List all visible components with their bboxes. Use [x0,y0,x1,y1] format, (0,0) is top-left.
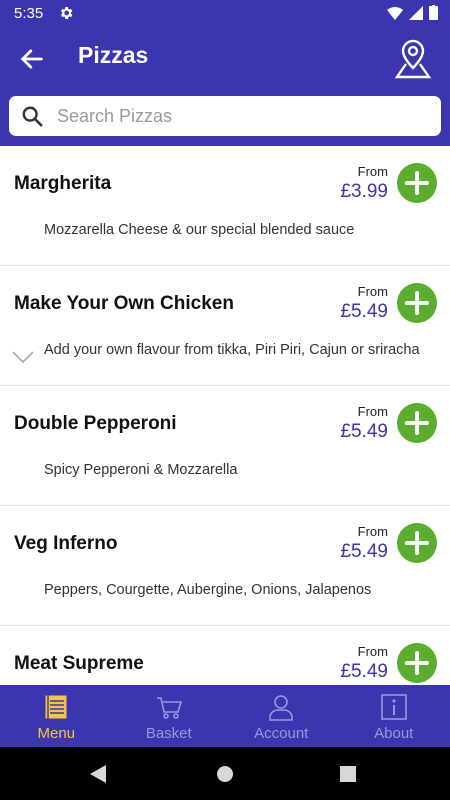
system-recents-icon[interactable] [340,766,356,782]
item-name: Veg Inferno [14,533,118,554]
system-navigation-bar [0,747,450,800]
menu-book-icon [44,694,68,720]
search-container [0,88,450,146]
nav-label-basket: Basket [145,725,192,742]
wifi-icon [387,6,403,20]
search-box[interactable] [9,96,441,136]
battery-icon [429,5,438,20]
list-item[interactable]: Veg Inferno From £5.49 Peppers, Courgett… [0,506,450,626]
item-name: Margherita [14,173,112,194]
add-icon-button[interactable] [397,163,437,203]
item-price: £5.49 [340,421,388,442]
item-name: Make Your Own Chicken [14,293,234,314]
item-price: £5.49 [340,541,388,562]
nav-tab-about[interactable]: About [338,685,450,747]
nav-label-account: Account [254,725,309,742]
add-icon-button[interactable] [397,643,437,683]
item-price: £3.99 [340,181,388,202]
item-from-label: From [357,524,388,539]
item-description: Add your own flavour from tikka, Piri Pi… [44,342,420,358]
nav-tab-basket[interactable]: Basket [113,685,226,747]
status-indicators [387,5,438,20]
system-home-icon[interactable] [216,765,234,783]
list-item[interactable]: Meat Supreme From £5.49 [0,626,450,685]
list-item[interactable]: Double Pepperoni From £5.49 Spicy Pepper… [0,386,450,506]
nav-label-menu: Menu [37,725,76,742]
pizza-list: Margherita From £3.99 Mozzarella Cheese … [0,146,450,685]
add-icon-button[interactable] [397,523,437,563]
system-back-icon[interactable] [90,765,107,783]
chevron-down-icon[interactable] [12,350,34,364]
list-item[interactable]: Make Your Own Chicken From £5.49 Add you… [0,266,450,386]
signal-icon [409,5,423,20]
add-icon-button[interactable] [397,403,437,443]
about-info-icon [380,694,407,720]
nav-tab-menu[interactable]: Menu [0,685,113,747]
item-from-label: From [357,164,388,179]
item-name: Meat Supreme [14,653,144,674]
search-input[interactable] [55,104,419,128]
item-description: Spicy Pepperoni & Mozzarella [44,462,238,478]
nav-tab-account[interactable]: Account [225,685,338,747]
nav-label-about: About [374,725,414,742]
location-pin-icon[interactable] [394,37,432,79]
account-person-icon [269,695,294,721]
search-icon [22,106,43,127]
item-from-label: From [357,644,388,659]
list-item[interactable]: Margherita From £3.99 Mozzarella Cheese … [0,146,450,266]
back-arrow-icon[interactable] [18,45,46,73]
item-name: Double Pepperoni [14,413,177,434]
item-description: Mozzarella Cheese & our special blended … [44,222,355,238]
item-description: Peppers, Courgette, Aubergine, Onions, J… [44,582,372,598]
status-bar: 5:35 [0,0,450,28]
item-from-label: From [357,284,388,299]
page-title: Pizzas [78,42,149,68]
status-time: 5:35 [14,5,44,22]
basket-cart-icon [156,697,182,719]
item-price: £5.49 [340,301,388,322]
settings-gear-icon [60,7,73,19]
item-price: £5.49 [340,661,388,682]
app-bar: Pizzas [0,28,450,88]
bottom-navigation: Menu Basket Account About [0,685,450,747]
item-from-label: From [357,404,388,419]
add-icon-button[interactable] [397,283,437,323]
